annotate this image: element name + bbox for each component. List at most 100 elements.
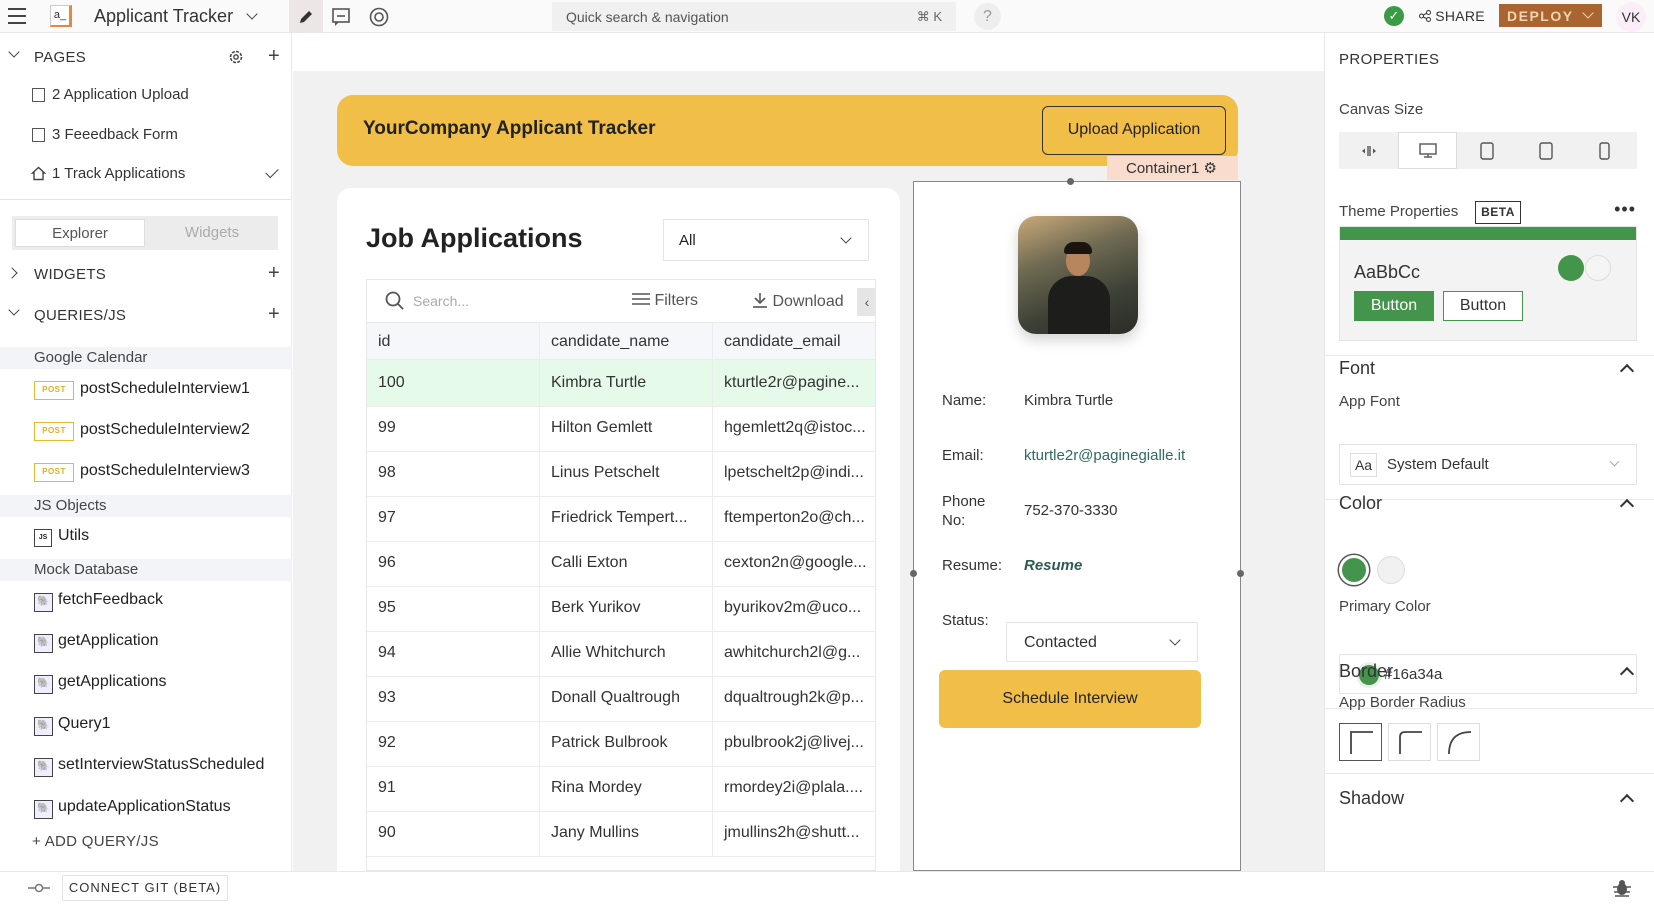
- table-row[interactable]: 93 Donall Qualtrough dqualtrough2k@p...: [367, 675, 875, 722]
- chevron-down-icon: [1582, 7, 1594, 19]
- queries-section-header[interactable]: QUERIES/JS +: [0, 297, 292, 333]
- shadow-section-header[interactable]: Shadow: [1339, 788, 1404, 809]
- table-cell: ftemperton2o@ch...: [713, 495, 875, 542]
- help-button[interactable]: ?: [974, 3, 1001, 30]
- bug-icon[interactable]: [1612, 878, 1632, 898]
- status-select[interactable]: Contacted: [1006, 622, 1198, 662]
- chevron-up-icon[interactable]: [1619, 793, 1635, 809]
- query-item[interactable]: 🐘 getApplications: [0, 665, 292, 701]
- resize-handle[interactable]: [910, 570, 917, 577]
- add-widget-icon[interactable]: +: [268, 262, 280, 285]
- query-item[interactable]: POST postScheduleInterview1: [0, 372, 292, 408]
- connect-git-button[interactable]: CONNECT GIT (BETA): [62, 875, 228, 901]
- column-header[interactable]: id: [367, 323, 540, 360]
- edit-mode-button[interactable]: [289, 0, 323, 33]
- query-item[interactable]: 🐘 Query1: [0, 707, 292, 743]
- font-section-header[interactable]: Font: [1339, 358, 1375, 379]
- widgets-section-header[interactable]: WIDGETS +: [0, 256, 292, 292]
- header-container[interactable]: YourCompany Applicant Tracker Upload App…: [337, 95, 1238, 166]
- color-section-header[interactable]: Color: [1339, 493, 1382, 514]
- table-row[interactable]: 95 Berk Yurikov byurikov2m@uco...: [367, 585, 875, 632]
- comment-mode-button[interactable]: [331, 7, 351, 32]
- chevron-up-icon[interactable]: [1619, 498, 1635, 514]
- background-color-swatch[interactable]: [1377, 556, 1405, 584]
- upload-application-button[interactable]: Upload Application: [1042, 106, 1226, 155]
- query-item[interactable]: POST postScheduleInterview2: [0, 413, 292, 449]
- radius-none-option[interactable]: [1339, 723, 1382, 761]
- page-item-track-applications[interactable]: 1 Track Applications: [0, 155, 292, 193]
- schedule-interview-button[interactable]: Schedule Interview: [939, 670, 1201, 728]
- app-title-dropdown[interactable]: Applicant Tracker: [94, 6, 258, 27]
- page-item-feedback-form[interactable]: 3 Feeedback Form: [0, 116, 292, 154]
- resize-handle[interactable]: [1237, 570, 1244, 577]
- table-cell: 97: [367, 495, 540, 542]
- chevron-down-icon: [8, 304, 20, 316]
- user-avatar[interactable]: VK: [1616, 2, 1646, 32]
- gear-icon[interactable]: [228, 49, 244, 65]
- quick-search-input[interactable]: Quick search & navigation ⌘ K: [552, 2, 956, 31]
- table-row[interactable]: 92 Patrick Bulbrook pbulbrook2j@livej...: [367, 720, 875, 767]
- canvas-size-label: Canvas Size: [1339, 101, 1424, 118]
- tab-widgets[interactable]: Widgets: [147, 219, 277, 247]
- editor-canvas: YourCompany Applicant Tracker Upload App…: [293, 33, 1324, 871]
- table-row[interactable]: 94 Allie Whitchurch awhitchurch2l@g...: [367, 630, 875, 677]
- table-row[interactable]: 100 Kimbra Turtle kturtle2r@pagine...: [367, 360, 875, 407]
- query-item[interactable]: POST postScheduleInterview3: [0, 454, 292, 490]
- share-button[interactable]: SHARE: [1419, 8, 1485, 24]
- table-row[interactable]: 90 Jany Mullins jmullins2h@shutt...: [367, 810, 875, 857]
- deploy-button[interactable]: DEPLOY: [1499, 4, 1602, 27]
- table-cell: 100: [367, 360, 540, 407]
- hamburger-menu-icon[interactable]: [8, 8, 26, 24]
- preview-mode-button[interactable]: [369, 7, 389, 32]
- email-link[interactable]: kturtle2r@paginegialle.it: [1024, 447, 1185, 464]
- fluid-width-option[interactable]: [1339, 132, 1398, 169]
- pencil-icon: [300, 10, 312, 23]
- chevron-up-icon[interactable]: [1619, 363, 1635, 379]
- table-cell: Hilton Gemlett: [540, 405, 713, 452]
- page-item-application-upload[interactable]: 2 Application Upload: [0, 76, 292, 114]
- more-options-icon[interactable]: •••: [1614, 199, 1636, 220]
- table-row[interactable]: 96 Calli Exton cexton2n@google...: [367, 540, 875, 587]
- checkmark-icon: [265, 164, 279, 179]
- radius-small-option[interactable]: [1388, 723, 1431, 761]
- status-filter-select[interactable]: All: [663, 219, 869, 261]
- post-method-badge: POST: [34, 463, 74, 482]
- column-header[interactable]: candidate_name: [540, 323, 713, 360]
- table-row[interactable]: 99 Hilton Gemlett hgemlett2q@istoc...: [367, 405, 875, 452]
- resume-link[interactable]: Resume: [1024, 557, 1082, 574]
- tablet-icon: [1538, 141, 1553, 160]
- table-row[interactable]: 97 Friedrick Tempert... ftemperton2o@ch...: [367, 495, 875, 542]
- query-item[interactable]: 🐘 getApplication: [0, 624, 292, 660]
- query-item[interactable]: 🐘 updateApplicationStatus: [0, 790, 292, 826]
- add-query-js-button[interactable]: + ADD QUERY/JS: [32, 833, 159, 850]
- download-button[interactable]: Download: [752, 292, 844, 311]
- table-search-input[interactable]: Search...: [413, 293, 469, 309]
- border-section-header[interactable]: Border: [1339, 661, 1393, 682]
- app-logo[interactable]: a_: [50, 5, 72, 27]
- table-row[interactable]: 91 Rina Mordey rmordey2i@plala....: [367, 765, 875, 812]
- tablet-option[interactable]: [1516, 132, 1575, 169]
- query-item[interactable]: 🐘 fetchFeedback: [0, 583, 292, 619]
- resize-handle[interactable]: [1067, 178, 1074, 185]
- table-row[interactable]: 98 Linus Petschelt lpetschelt2p@indi...: [367, 450, 875, 497]
- collapse-chevron-icon[interactable]: ‹: [857, 288, 875, 316]
- add-page-icon[interactable]: +: [268, 45, 280, 68]
- tablet-landscape-option[interactable]: [1457, 132, 1516, 169]
- js-object-item[interactable]: JS Utils: [0, 519, 292, 555]
- widget-name-tag[interactable]: Container1 ⚙: [1107, 156, 1238, 180]
- theme-preview-card[interactable]: AaBbCc Button Button: [1339, 226, 1637, 341]
- tab-explorer[interactable]: Explorer: [15, 219, 145, 247]
- bottom-bar: CONNECT GIT (BETA): [0, 871, 1654, 904]
- add-query-icon[interactable]: +: [268, 303, 280, 326]
- desktop-option[interactable]: [1398, 132, 1457, 169]
- details-container[interactable]: Name: Kimbra Turtle Email: kturtle2r@pag…: [910, 178, 1244, 871]
- query-item[interactable]: 🐘 setInterviewStatusScheduled: [0, 748, 292, 784]
- filters-button[interactable]: Filters: [632, 292, 698, 310]
- pages-section-header[interactable]: PAGES +: [0, 39, 292, 75]
- column-header[interactable]: candidate_email: [713, 323, 875, 360]
- primary-color-swatch[interactable]: [1339, 555, 1369, 585]
- app-font-select[interactable]: Aa System Default: [1339, 444, 1637, 485]
- mobile-option[interactable]: [1575, 132, 1634, 169]
- phone-value: 752-370-3330: [1024, 502, 1118, 519]
- radius-large-option[interactable]: [1437, 723, 1480, 761]
